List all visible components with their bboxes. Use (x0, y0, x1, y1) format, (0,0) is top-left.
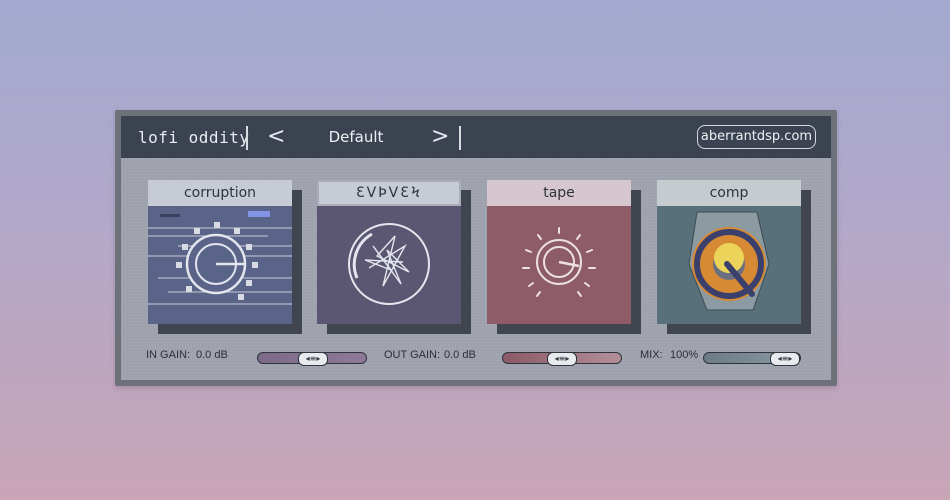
corruption-module: corruption (148, 180, 302, 334)
corruption-label: corruption (148, 180, 292, 206)
out-gain-slider[interactable]: ◂≡▸ (502, 352, 622, 366)
tape-module: tape (487, 180, 641, 334)
in-gain-label: IN GAIN: (146, 349, 191, 361)
in-gain-slider-thumb[interactable]: ◂≡▸ (298, 352, 328, 366)
plugin-title: lofi oddity (138, 128, 250, 147)
mix-value: 100% (670, 349, 699, 361)
tape-face (487, 206, 631, 324)
mix-slider-thumb[interactable]: ◂≡▸ (770, 352, 800, 366)
in-gain-value: 0.0 dB (196, 349, 228, 361)
mix-label: MIX: (640, 349, 663, 361)
main-panel: corruption ƐVϷVƐϞ tape comp IN GAIN: 0.0… (121, 158, 831, 380)
glitch-module: ƐVϷVƐϞ (317, 180, 471, 334)
out-gain-value: 0.0 dB (444, 349, 476, 361)
glitch-label: ƐVϷVƐϞ (317, 180, 461, 206)
corruption-knob-graphic[interactable] (148, 206, 292, 324)
mix-slider[interactable]: ◂≡▸ (703, 352, 801, 366)
out-gain-label: OUT GAIN: (384, 349, 441, 361)
preset-next-button[interactable]: > (431, 124, 449, 149)
preset-name[interactable]: Default (291, 128, 421, 146)
glitch-knob-graphic[interactable] (317, 206, 461, 324)
glitch-face (317, 206, 461, 324)
in-gain-slider[interactable]: ◂≡▸ (257, 352, 367, 366)
header-divider (459, 126, 461, 150)
comp-module: comp (657, 180, 811, 334)
comp-label: comp (657, 180, 801, 206)
header-bar: lofi oddity < Default > aberrantdsp.com (121, 116, 831, 160)
comp-face (657, 206, 801, 324)
tape-knob-graphic[interactable] (487, 206, 631, 324)
website-link-button[interactable]: aberrantdsp.com (697, 125, 816, 149)
out-gain-slider-thumb[interactable]: ◂≡▸ (547, 352, 577, 366)
tape-label: tape (487, 180, 631, 206)
header-divider (246, 126, 248, 150)
preset-prev-button[interactable]: < (267, 124, 285, 149)
corruption-face (148, 206, 292, 324)
plugin-window: lofi oddity < Default > aberrantdsp.com … (115, 110, 837, 386)
comp-knob-graphic[interactable] (657, 206, 801, 324)
